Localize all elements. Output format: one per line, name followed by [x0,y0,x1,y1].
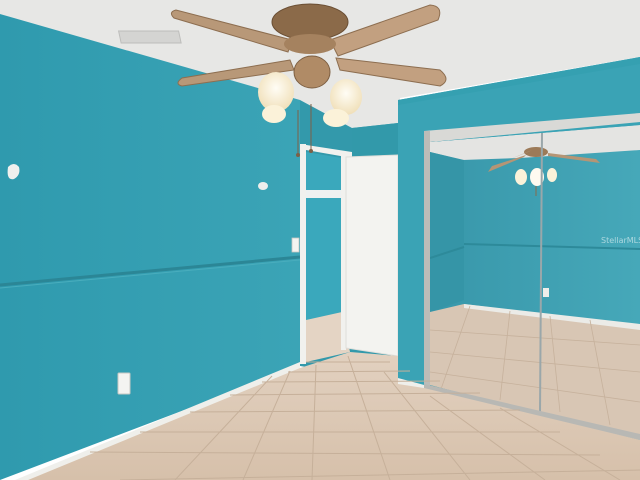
wall-patch [258,182,268,190]
door-frame [300,144,306,364]
fan-light-globe [323,109,349,127]
room-photo: StellarMLS [0,0,640,480]
fan-light-globe [262,105,286,123]
light-switch [291,237,300,253]
open-door [345,154,399,357]
outlet [117,372,131,395]
ceiling-vent [117,30,182,44]
watermark: StellarMLS [601,236,640,245]
doorway [300,144,352,364]
